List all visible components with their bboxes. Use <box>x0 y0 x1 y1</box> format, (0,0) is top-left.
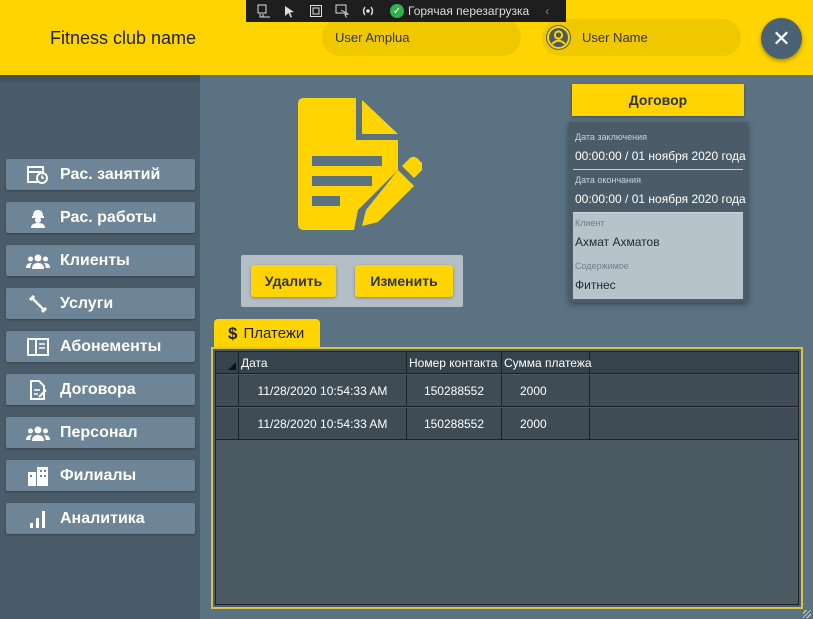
cell-amount-value: 2000 <box>520 416 547 431</box>
sidebar-item-analytics[interactable]: Аналитика <box>6 503 195 534</box>
cell-contact[interactable]: 150288552 <box>407 375 502 406</box>
actions-panel: Удалить Изменить <box>241 255 463 307</box>
conclusion-date-label: Дата заключения <box>575 132 647 142</box>
debug-toolbar: ✓ Горячая перезагрузка ‹ <box>246 0 566 22</box>
close-button[interactable]: ✕ <box>761 18 802 59</box>
close-icon: ✕ <box>772 25 791 51</box>
hot-reload-status[interactable]: ✓ Горячая перезагрузка <box>390 4 529 18</box>
client-label: Клиент <box>575 218 605 228</box>
column-header-amount[interactable]: Сумма платежа <box>502 352 592 373</box>
user-name-label: User Name <box>582 30 648 45</box>
cell-contact[interactable]: 150288552 <box>407 408 502 439</box>
sidebar-item-work-schedule[interactable]: Рас. работы <box>6 202 195 233</box>
column-header-date[interactable]: Дата <box>239 352 407 373</box>
resize-grip[interactable] <box>803 610 811 618</box>
tab-payments-label: Платежи <box>243 325 305 342</box>
table-row[interactable]: 11/28/2020 10:54:33 AM 150288552 2000 <box>216 375 798 407</box>
corner-triangle-icon <box>228 361 236 370</box>
conclusion-date-field[interactable]: Дата заключения 00:00:00 / 01 ноября 202… <box>573 127 746 170</box>
club-name: Fitness club name <box>50 28 197 48</box>
grid-body: Дата Номер контакта Сумма платежа 11/28/… <box>215 351 799 605</box>
hot-reload-label: Горячая перезагрузка <box>408 4 530 18</box>
cell-contact-value: 150288552 <box>423 416 485 431</box>
delete-button-label: Удалить <box>264 273 323 289</box>
contract-card: Дата заключения 00:00:00 / 01 ноября 202… <box>569 122 748 302</box>
content-field[interactable]: Содержимое Фитнес <box>573 256 743 299</box>
contract-document-icon <box>298 98 422 230</box>
display-layout-adorners-icon[interactable] <box>308 4 324 18</box>
sidebar-item-class-schedule[interactable]: Рас. занятий <box>6 159 195 190</box>
grid-header: Дата Номер контакта Сумма платежа <box>216 352 798 374</box>
dumbbell-icon <box>26 294 50 314</box>
select-element-icon[interactable] <box>282 4 298 18</box>
sidebar-item-label: Клиенты <box>60 251 130 269</box>
delete-button[interactable]: Удалить <box>251 265 336 297</box>
live-visual-tree-icon[interactable] <box>256 4 272 18</box>
column-header-label: Дата <box>241 355 268 370</box>
column-header-label: Сумма платежа <box>504 355 592 370</box>
buildings-icon <box>26 466 50 486</box>
sidebar-item-label: Договора <box>60 380 136 398</box>
content-value: Фитнес <box>575 278 616 292</box>
sidebar-item-label: Абонементы <box>60 337 162 355</box>
cell-amount-value: 2000 <box>520 383 547 398</box>
sidebar-shadow <box>0 75 200 85</box>
sidebar-item-contracts[interactable]: Договора <box>6 374 195 405</box>
analytics-icon <box>26 509 50 529</box>
calendar-clock-icon <box>26 165 50 185</box>
sidebar-item-branches[interactable]: Филиалы <box>6 460 195 491</box>
cell-date-value: 11/28/2020 10:54:33 AM <box>257 416 388 431</box>
sidebar-item-label: Рас. работы <box>60 208 157 226</box>
edit-button[interactable]: Изменить <box>355 265 453 297</box>
cell-amount[interactable]: 2000 <box>502 408 590 439</box>
column-header-label: Номер контакта <box>409 355 498 370</box>
track-focus-icon[interactable] <box>334 4 350 18</box>
user-avatar-icon <box>546 25 571 50</box>
column-header-contact-number[interactable]: Номер контакта <box>407 352 502 373</box>
cell-date-value: 11/28/2020 10:54:33 AM <box>257 383 388 398</box>
cell-contact-value: 150288552 <box>423 383 485 398</box>
sidebar-item-clients[interactable]: Клиенты <box>6 245 195 276</box>
end-date-field[interactable]: Дата окончания 00:00:00 / 01 ноября 2020… <box>573 170 746 213</box>
select-all-corner[interactable] <box>216 352 239 373</box>
table-row[interactable]: 11/28/2020 10:54:33 AM 150288552 2000 <box>216 408 798 440</box>
content-label: Содержимое <box>575 261 629 271</box>
sidebar-item-label: Персонал <box>60 423 138 441</box>
end-date-value: 00:00:00 / 01 ноября 2020 года <box>575 192 746 206</box>
row-header[interactable] <box>216 408 239 439</box>
clients-icon <box>26 251 50 271</box>
sidebar-item-staff[interactable]: Персонал <box>6 417 195 448</box>
client-value: Ахмат Ахматов <box>575 235 660 249</box>
cell-date[interactable]: 11/28/2020 10:54:33 AM <box>239 375 407 406</box>
sidebar-item-label: Рас. занятий <box>60 165 161 183</box>
tab-payments[interactable]: $ Платежи <box>214 319 320 348</box>
staff-icon <box>26 423 50 443</box>
user-name-field[interactable]: User Name <box>542 19 741 56</box>
conclusion-date-value: 00:00:00 / 01 ноября 2020 года <box>575 149 746 163</box>
payments-grid: Дата Номер контакта Сумма платежа 11/28/… <box>211 347 803 609</box>
cell-date[interactable]: 11/28/2020 10:54:33 AM <box>239 408 407 439</box>
contract-icon <box>26 379 50 400</box>
check-icon: ✓ <box>390 4 404 18</box>
sidebar-item-label: Аналитика <box>60 509 145 527</box>
cell-amount[interactable]: 2000 <box>502 375 590 406</box>
membership-card-icon <box>26 337 50 357</box>
contract-header-button[interactable]: Договор <box>572 84 744 116</box>
user-amplua-field: User Amplua <box>322 19 521 56</box>
row-header[interactable] <box>216 375 239 406</box>
edit-button-label: Изменить <box>370 273 438 289</box>
sidebar-item-services[interactable]: Услуги <box>6 288 195 319</box>
binding-failures-icon[interactable] <box>360 4 376 18</box>
contract-title: Договор <box>628 92 688 108</box>
collapse-toolbar-icon[interactable]: ‹ <box>539 4 555 18</box>
dollar-icon: $ <box>228 323 238 343</box>
user-amplua-label: User Amplua <box>335 30 410 45</box>
sidebar-item-memberships[interactable]: Абонементы <box>6 331 195 362</box>
sidebar-item-label: Услуги <box>60 294 114 312</box>
client-field[interactable]: Клиент Ахмат Ахматов <box>573 213 743 256</box>
sidebar-item-label: Филиалы <box>60 466 137 484</box>
end-date-label: Дата окончания <box>575 175 642 185</box>
worker-icon <box>26 208 50 228</box>
